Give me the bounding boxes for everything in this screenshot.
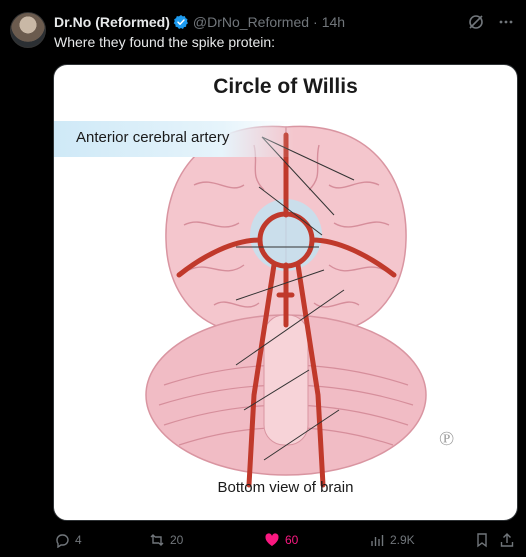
author-handle[interactable]: @DrNo_Reformed <box>193 14 309 30</box>
author-name[interactable]: Dr.No (Reformed) <box>54 14 170 30</box>
image-title: Circle of Willis <box>213 75 358 98</box>
verified-badge-icon <box>173 15 188 29</box>
reply-icon <box>56 534 69 548</box>
tweet-text: Where they found the spike protein: <box>54 34 276 50</box>
like-button[interactable]: 60 <box>264 532 298 548</box>
separator: · <box>313 14 318 30</box>
tweet[interactable]: Dr.No (Reformed) @DrNo_Reformed · 14h Wh… <box>0 0 526 557</box>
retweet-icon <box>150 534 164 546</box>
bookmark-button[interactable] <box>474 532 490 548</box>
reply-button[interactable]: 4 <box>54 532 82 548</box>
image-caption: Bottom view of brain <box>217 479 354 496</box>
share-button[interactable] <box>499 532 515 548</box>
grok-icon[interactable] <box>466 12 486 32</box>
action-bar: 4 20 60 2.9K <box>54 532 516 552</box>
timestamp[interactable]: 14h <box>322 14 345 30</box>
bookmark-icon <box>477 533 487 548</box>
tweet-media-image[interactable]: ℗ Circle of Willis Anterior cerebral art… <box>53 64 518 521</box>
avatar[interactable] <box>10 12 46 48</box>
views-button[interactable]: 2.9K <box>369 532 415 548</box>
views-chart-icon <box>371 535 384 546</box>
share-icon <box>500 533 514 547</box>
anterior-cerebral-artery-label: Anterior cerebral artery <box>76 129 230 146</box>
like-count: 60 <box>285 533 299 547</box>
svg-text:℗: ℗ <box>439 428 454 450</box>
tweet-header: Dr.No (Reformed) @DrNo_Reformed · 14h <box>54 12 516 32</box>
retweet-count: 20 <box>170 533 184 547</box>
retweet-button[interactable]: 20 <box>149 532 183 548</box>
reply-count: 4 <box>75 533 82 547</box>
view-count: 2.9K <box>390 533 415 547</box>
more-options-icon[interactable] <box>496 12 516 32</box>
heart-icon <box>265 533 279 546</box>
